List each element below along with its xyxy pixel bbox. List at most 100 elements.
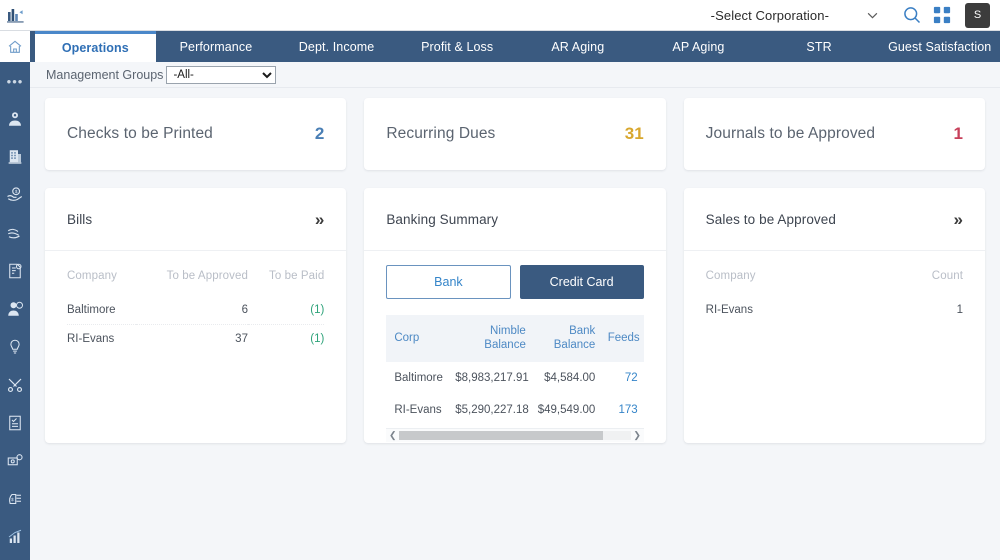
cell-to-be-paid: (1) — [248, 325, 324, 354]
table-header-row: Company To be Approved To be Paid — [67, 251, 324, 296]
bills-table: Company To be Approved To be Paid Baltim… — [67, 251, 324, 353]
grid-apps-icon[interactable] — [929, 2, 955, 28]
sidebar-item-receivables[interactable] — [0, 214, 30, 252]
sidebar-item-approvals[interactable] — [0, 404, 30, 442]
hand-wave-icon — [6, 224, 24, 242]
tab-str[interactable]: STR — [759, 31, 880, 62]
sidebar-item-more[interactable]: ••• — [0, 62, 30, 100]
lightbulb-gear-icon — [6, 338, 24, 356]
sales-body: Company Count RI-Evans 1 — [684, 251, 985, 443]
stat-col-checks: Checks to be Printed 2 — [45, 98, 346, 170]
sidebar-item-users[interactable] — [0, 290, 30, 328]
cell-to-be-paid: (1) — [248, 296, 324, 325]
scrollbar-thumb[interactable] — [399, 431, 603, 440]
banking-body: Bank Credit Card Corp Nimble Balance — [364, 251, 665, 443]
tab-ar-aging[interactable]: AR Aging — [518, 31, 639, 62]
sidebar-item-reports[interactable] — [0, 518, 30, 556]
bills-body: Company To be Approved To be Paid Baltim… — [45, 251, 346, 443]
tab-profit-loss[interactable]: Profit & Loss — [397, 31, 518, 62]
table-row[interactable]: RI-Evans 1 — [706, 296, 963, 324]
stat-title: Checks to be Printed — [67, 125, 213, 143]
sidebar-item-journals[interactable] — [0, 252, 30, 290]
sidebar-item-tools[interactable] — [0, 366, 30, 404]
cell-nimble-balance: $5,290,227.18 — [453, 394, 528, 426]
svg-text:$: $ — [11, 497, 14, 502]
tab-ap-aging[interactable]: AP Aging — [638, 31, 759, 62]
col-company: Company — [67, 251, 136, 296]
scrollbar-track[interactable] — [399, 431, 630, 440]
table-row[interactable]: Baltimore 6 (1) — [67, 296, 324, 325]
panel-title: Banking Summary — [386, 212, 498, 227]
tab-operations[interactable]: Operations — [35, 31, 156, 62]
panel-col-sales: Sales to be Approved » Company Count — [684, 188, 985, 443]
stat-value: 1 — [954, 124, 963, 144]
building-icon — [6, 148, 24, 166]
chevron-double-right-icon[interactable]: » — [954, 211, 963, 228]
top-header: -Select Corporation- S — [30, 0, 1000, 31]
tools-icon — [6, 376, 24, 394]
sidebar-item-home[interactable] — [0, 31, 30, 62]
sales-header: Sales to be Approved » — [684, 188, 985, 251]
cell-to-be-approved: 6 — [136, 296, 248, 325]
management-groups-label: Management Groups — [46, 68, 163, 82]
chevron-right-icon[interactable]: ❯ — [631, 430, 644, 441]
cell-company: RI-Evans — [67, 325, 136, 354]
app-root: ••• $ — [0, 0, 1000, 560]
hand-money-icon: $ — [6, 186, 24, 204]
chevron-down-icon[interactable] — [863, 3, 881, 27]
chevron-left-icon[interactable]: ❮ — [386, 430, 399, 441]
ellipsis-icon: ••• — [7, 75, 24, 88]
cell-corp: RI-Evans — [386, 394, 453, 426]
card-recurring-dues[interactable]: Recurring Dues 31 — [364, 98, 665, 170]
chevron-double-right-icon[interactable]: » — [315, 211, 324, 228]
sidebar-item-property[interactable] — [0, 138, 30, 176]
card-banking-summary: Banking Summary Bank Credit Card — [364, 188, 665, 443]
table-row[interactable]: RI-Evans $5,290,227.18 $49,549.00 173 — [386, 394, 643, 426]
segment-bank[interactable]: Bank — [386, 265, 510, 299]
money-bag-icon: $ — [6, 490, 24, 508]
tab-guest-satisfaction[interactable]: Guest Satisfaction — [879, 31, 1000, 62]
sidebar-item-insights[interactable] — [0, 328, 30, 366]
bar-chart-icon — [6, 528, 24, 546]
stat-title: Recurring Dues — [386, 125, 495, 143]
avatar[interactable]: S — [965, 3, 990, 28]
document-dollar-icon — [6, 262, 24, 280]
cell-corp: Baltimore — [386, 362, 453, 394]
corporation-selector[interactable]: -Select Corporation- — [711, 8, 829, 23]
table-header-row: Company Count — [706, 251, 963, 296]
stat-title: Journals to be Approved — [706, 125, 875, 143]
banking-table: Corp Nimble Balance Bank Balance Feeds — [386, 315, 643, 426]
col-to-be-approved: To be Approved — [136, 251, 248, 296]
dashboard-body: Checks to be Printed 2 Recurring Dues 31… — [30, 88, 1000, 560]
tab-performance[interactable]: Performance — [156, 31, 277, 62]
tab-dept-income[interactable]: Dept. Income — [276, 31, 397, 62]
cell-count: 1 — [864, 296, 963, 324]
sidebar-item-admin[interactable] — [0, 100, 30, 138]
card-checks-to-be-printed[interactable]: Checks to be Printed 2 — [45, 98, 346, 170]
cell-feeds[interactable]: 173 — [597, 394, 643, 426]
main-area: -Select Corporation- S Op — [30, 0, 1000, 560]
card-journals-to-be-approved[interactable]: Journals to be Approved 1 — [684, 98, 985, 170]
sidebar-item-payments[interactable]: $ — [0, 176, 30, 214]
panel-col-banking: Banking Summary Bank Credit Card — [364, 188, 665, 443]
sidebar-item-settings[interactable] — [0, 442, 30, 480]
sidebar: ••• $ — [0, 0, 30, 560]
col-bank-balance: Bank Balance — [528, 315, 597, 362]
app-logo[interactable] — [0, 0, 30, 31]
cell-to-be-approved: 37 — [136, 325, 248, 354]
management-groups-select[interactable]: -All- — [166, 66, 276, 84]
sidebar-item-banking[interactable]: $ — [0, 480, 30, 518]
table-row[interactable]: Baltimore $8,983,217.91 $4,584.00 72 — [386, 362, 643, 394]
panel-title: Sales to be Approved — [706, 212, 836, 227]
segment-credit-card[interactable]: Credit Card — [520, 265, 644, 299]
checklist-icon — [6, 414, 24, 432]
col-nimble-balance: Nimble Balance — [453, 315, 528, 362]
cell-feeds[interactable]: 72 — [597, 362, 643, 394]
stat-col-recurring: Recurring Dues 31 — [364, 98, 665, 170]
search-icon[interactable] — [899, 2, 925, 28]
col-to-be-paid: To be Paid — [248, 251, 324, 296]
user-chat-icon — [6, 300, 24, 318]
sales-table: Company Count RI-Evans 1 — [706, 251, 963, 324]
horizontal-scrollbar[interactable]: ❮ ❯ — [386, 428, 643, 442]
table-row[interactable]: RI-Evans 37 (1) — [67, 325, 324, 354]
